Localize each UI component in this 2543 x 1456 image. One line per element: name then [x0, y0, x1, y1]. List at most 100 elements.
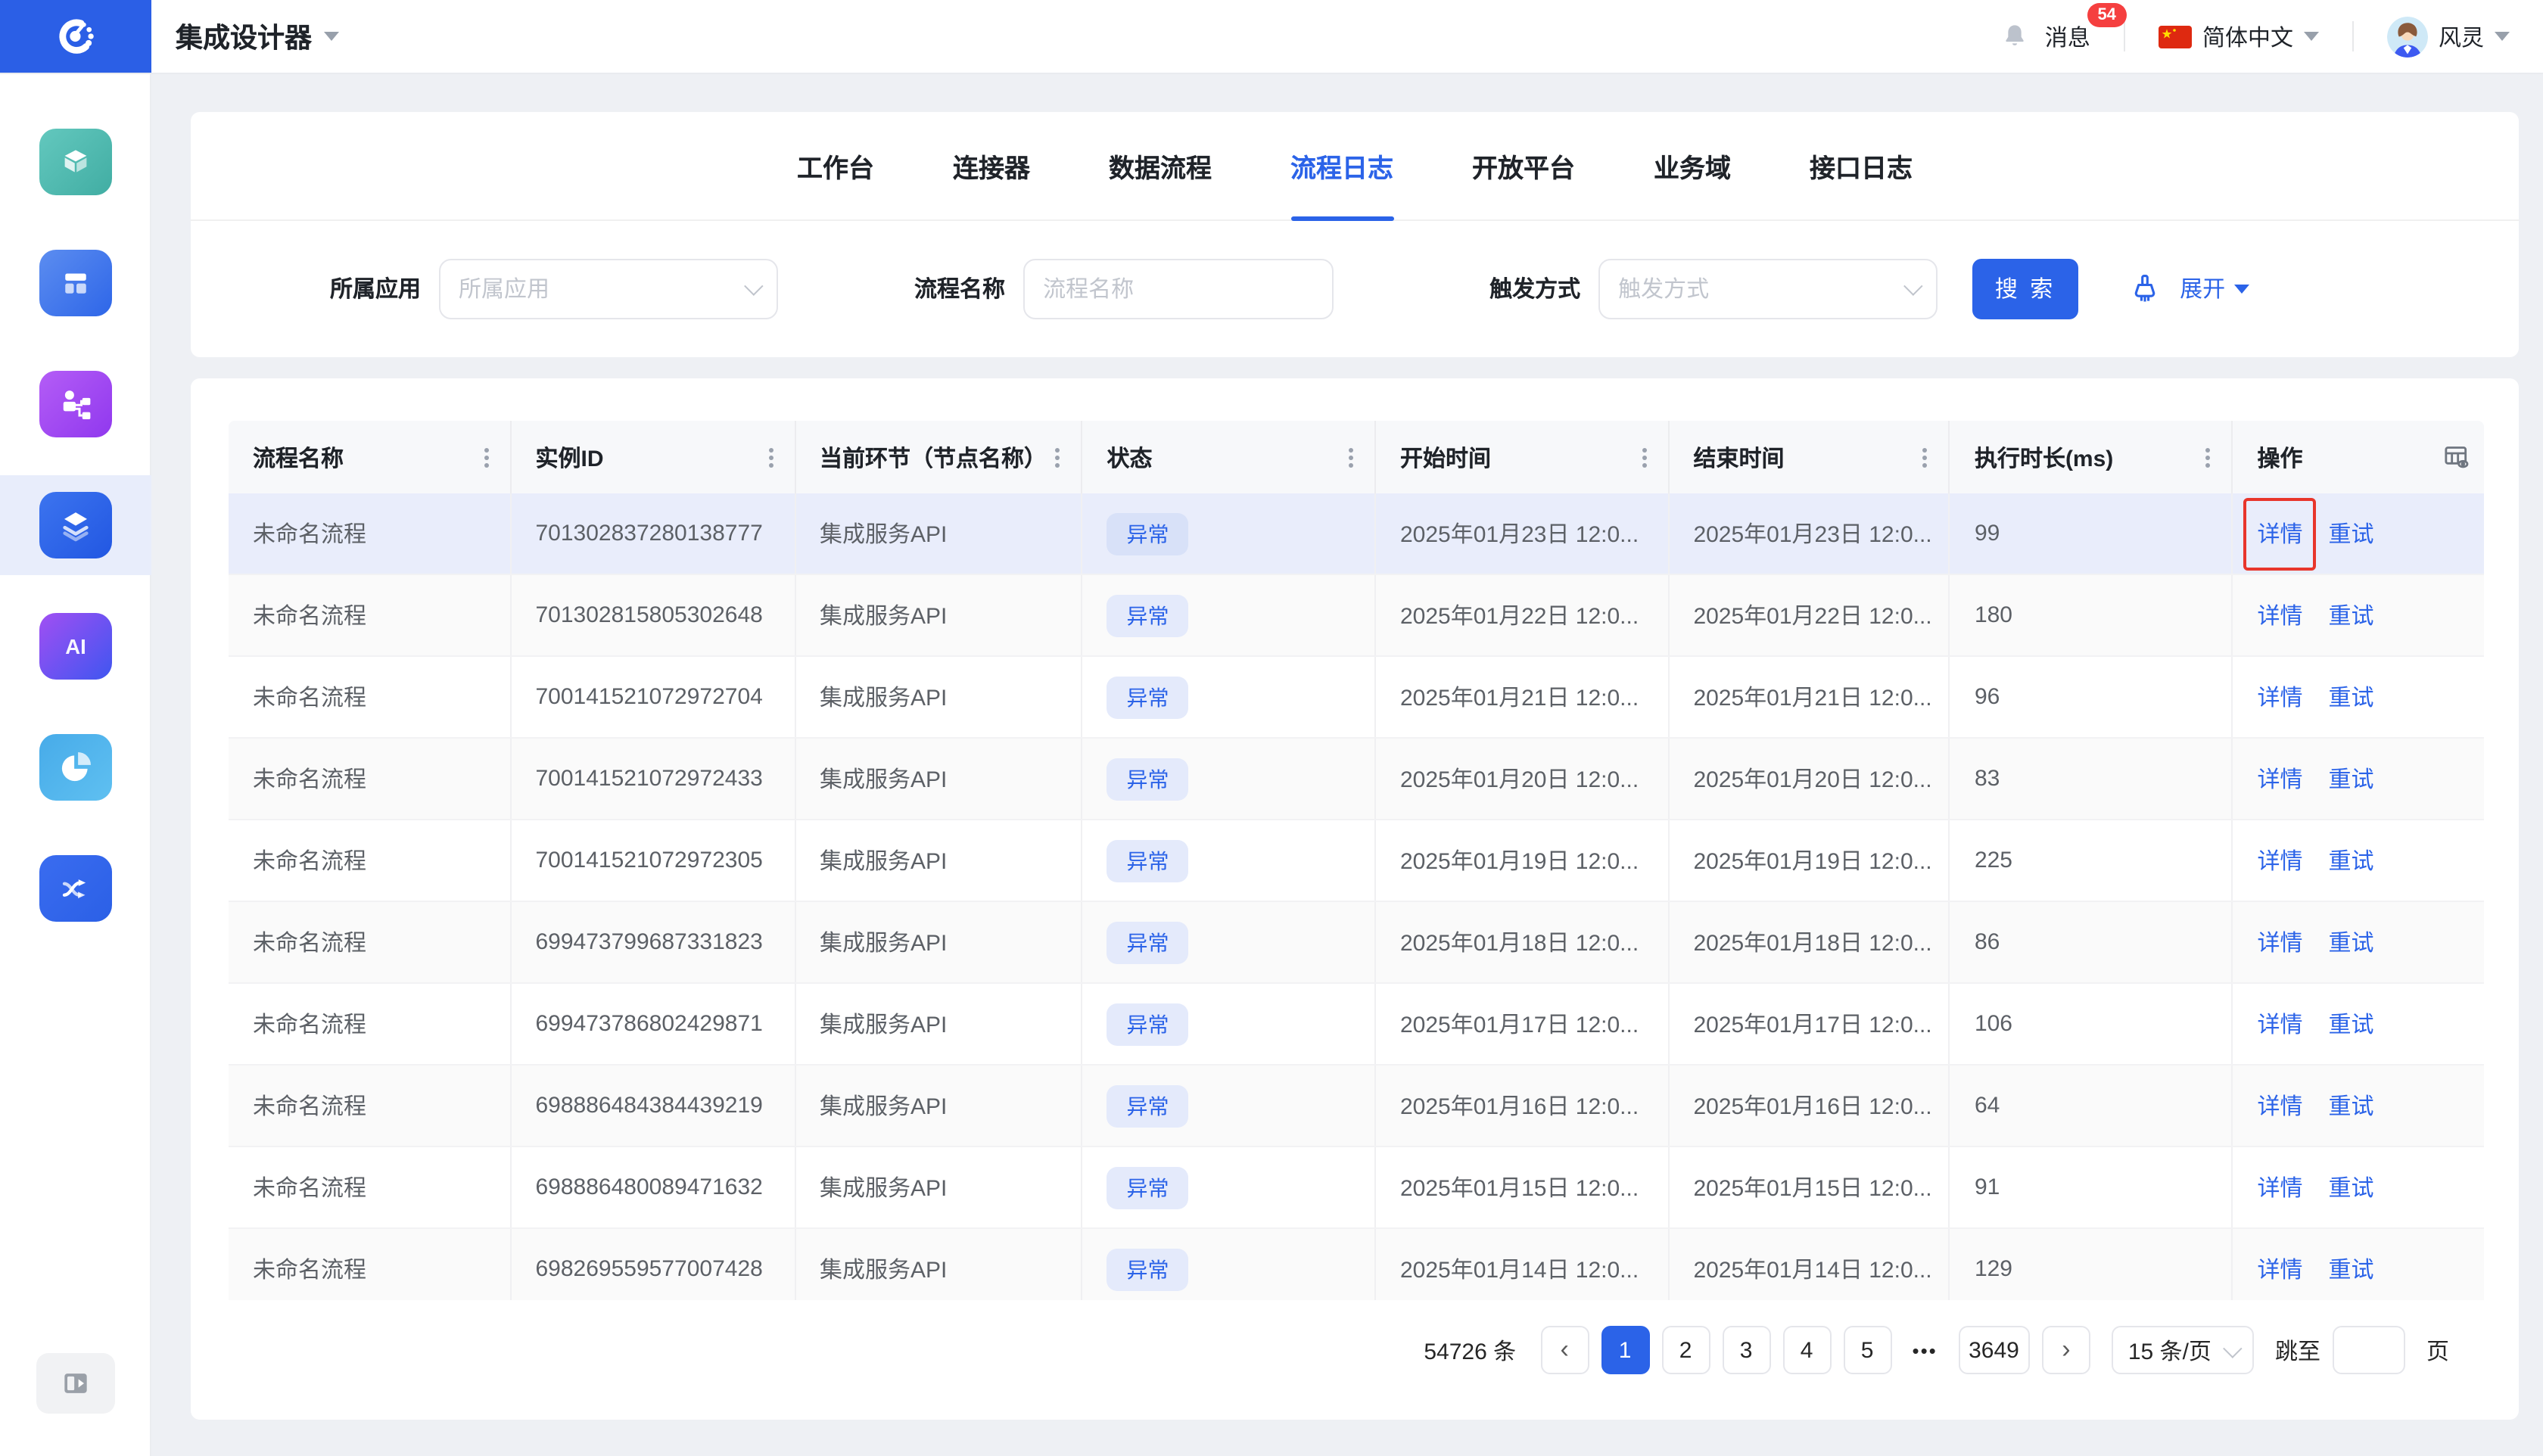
column-menu-icon[interactable] [1349, 455, 1353, 459]
page-button-5[interactable]: 5 [1843, 1326, 1891, 1374]
sidebar-item-3[interactable] [0, 354, 151, 454]
table-row[interactable]: 未命名流程701302815805302648集成服务API异常2025年01月… [229, 575, 2484, 657]
page-ellipsis[interactable]: ••• [1903, 1339, 1946, 1361]
sidebar-item-4-active[interactable] [0, 475, 151, 575]
table-row[interactable]: 未命名流程700141521072972433集成服务API异常2025年01月… [229, 739, 2484, 820]
sidebar-item-6[interactable] [0, 717, 151, 817]
expand-toggle[interactable]: 展开 [2180, 272, 2249, 304]
prev-page-button[interactable]: ‹ [1540, 1326, 1589, 1374]
username: 风灵 [2439, 20, 2484, 52]
page-button-4[interactable]: 4 [1782, 1326, 1831, 1374]
detail-link[interactable]: 详情 [2257, 1090, 2302, 1122]
column-menu-icon[interactable] [768, 455, 773, 459]
table-row[interactable]: 未命名流程699473786802429871集成服务API异常2025年01月… [229, 984, 2484, 1066]
expand-label: 展开 [2180, 272, 2225, 304]
app-filter-select[interactable]: 所属应用 [439, 258, 778, 319]
detail-link[interactable]: 详情 [2257, 681, 2302, 713]
table-row[interactable]: 未命名流程700141521072972305集成服务API异常2025年01月… [229, 820, 2484, 902]
chevron-down-icon [2223, 1338, 2242, 1357]
detail-link[interactable]: 详情 [2257, 763, 2302, 795]
language-selector[interactable]: 简体中文 [2159, 20, 2319, 52]
sidebar-item-5[interactable]: AI [0, 596, 151, 696]
search-button[interactable]: 搜 索 [1972, 258, 2078, 319]
page-size-value: 15 条/页 [2128, 1334, 2212, 1366]
app-filter-label: 所属应用 [330, 272, 421, 304]
retry-link[interactable]: 重试 [2328, 518, 2373, 549]
title-caret-icon[interactable] [324, 32, 339, 41]
sidebar-item-1[interactable] [0, 112, 151, 212]
column-menu-icon[interactable] [484, 455, 489, 459]
detail-link[interactable]: 详情 [2257, 926, 2302, 958]
cell-start-time: 2025年01月14日 12:0... [1376, 1229, 1669, 1300]
cell-flow-name: 未命名流程 [229, 739, 512, 819]
flow-name-input[interactable]: 流程名称 [1023, 258, 1334, 319]
table-row[interactable]: 未命名流程699473799687331823集成服务API异常2025年01月… [229, 902, 2484, 984]
col-header-start-time: 开始时间 [1376, 421, 1669, 493]
detail-link[interactable]: 详情 [2257, 599, 2302, 631]
table-row[interactable]: 未命名流程701302837280138777集成服务API异常2025年01月… [229, 493, 2484, 575]
table-row[interactable]: 未命名流程698886484384439219集成服务API异常2025年01月… [229, 1066, 2484, 1147]
retry-link[interactable]: 重试 [2328, 926, 2373, 958]
table-row[interactable]: 未命名流程700141521072972704集成服务API异常2025年01月… [229, 657, 2484, 739]
next-page-button[interactable]: › [2042, 1326, 2090, 1374]
column-menu-icon[interactable] [2205, 455, 2210, 459]
retry-link[interactable]: 重试 [2328, 1171, 2373, 1203]
column-menu-icon[interactable] [1923, 455, 1928, 459]
bell-icon[interactable] [2000, 21, 2030, 51]
column-menu-icon[interactable] [1056, 455, 1060, 459]
retry-link[interactable]: 重试 [2328, 845, 2373, 876]
tab-data-flow[interactable]: 数据流程 [1109, 111, 1212, 220]
detail-link[interactable]: 详情 [2257, 1171, 2302, 1203]
user-menu[interactable]: 风灵 [2387, 16, 2510, 57]
sidebar-item-2[interactable] [0, 233, 151, 333]
last-page-button[interactable]: 3649 [1958, 1326, 2030, 1374]
detail-link[interactable]: 详情 [2257, 1008, 2302, 1040]
retry-link[interactable]: 重试 [2328, 763, 2373, 795]
cell-status: 异常 [1083, 984, 1376, 1064]
retry-link[interactable]: 重试 [2328, 599, 2373, 631]
messages-item[interactable]: 消息 54 [2045, 20, 2090, 52]
tab-business-domain[interactable]: 业务域 [1654, 111, 1731, 220]
page-button-2[interactable]: 2 [1661, 1326, 1710, 1374]
retry-link[interactable]: 重试 [2328, 1008, 2373, 1040]
cell-end-time: 2025年01月23日 12:0... [1669, 493, 1950, 574]
cell-start-time: 2025年01月20日 12:0... [1376, 739, 1669, 819]
cell-instance-id: 698269559577007428 [512, 1229, 796, 1300]
cell-start-time: 2025年01月15日 12:0... [1376, 1147, 1669, 1227]
table-row[interactable]: 未命名流程698886480089471632集成服务API异常2025年01月… [229, 1147, 2484, 1229]
retry-link[interactable]: 重试 [2328, 1253, 2373, 1285]
clear-broom-icon[interactable] [2128, 272, 2162, 305]
app-logo[interactable] [0, 0, 151, 73]
tab-open-platform[interactable]: 开放平台 [1472, 111, 1575, 220]
sidebar-item-7[interactable] [0, 838, 151, 938]
cell-current-node: 集成服务API [795, 1066, 1083, 1146]
detail-link[interactable]: 详情 [2257, 845, 2302, 876]
retry-link[interactable]: 重试 [2328, 1090, 2373, 1122]
tab-connectors[interactable]: 连接器 [953, 111, 1030, 220]
layers-icon [39, 492, 112, 558]
cell-flow-name: 未命名流程 [229, 1229, 512, 1300]
filter-bar: 所属应用 所属应用 流程名称 流程名称 触发方式 触发方式 搜 索 [191, 221, 2519, 356]
detail-link[interactable]: 详情 [2257, 518, 2302, 549]
tab-flow-logs-active[interactable]: 流程日志 [1290, 111, 1393, 220]
cell-instance-id: 698886484384439219 [512, 1066, 796, 1146]
cell-end-time: 2025年01月18日 12:0... [1669, 902, 1950, 982]
page-button-3[interactable]: 3 [1722, 1326, 1770, 1374]
table-header: 流程名称 实例ID 当前环节（节点名称） 状态 开始时间 结束时间 执行时长(m… [229, 421, 2484, 493]
trigger-filter-select[interactable]: 触发方式 [1598, 258, 1938, 319]
status-badge: 异常 [1107, 1166, 1189, 1209]
page-button-1[interactable]: 1 [1601, 1326, 1649, 1374]
column-settings-icon[interactable] [2442, 442, 2472, 472]
tab-workbench[interactable]: 工作台 [797, 111, 874, 220]
tab-api-logs[interactable]: 接口日志 [1810, 111, 1913, 220]
cell-current-node: 集成服务API [795, 657, 1083, 737]
app-filter-placeholder: 所属应用 [459, 272, 745, 304]
sidebar-collapse-button[interactable] [36, 1353, 115, 1414]
table-row[interactable]: 未命名流程698269559577007428集成服务API异常2025年01月… [229, 1229, 2484, 1300]
retry-link[interactable]: 重试 [2328, 681, 2373, 713]
detail-link[interactable]: 详情 [2257, 1253, 2302, 1285]
page-size-select[interactable]: 15 条/页 [2112, 1326, 2254, 1374]
jump-page-input[interactable] [2333, 1326, 2405, 1374]
column-menu-icon[interactable] [1642, 455, 1646, 459]
col-header-flow-name: 流程名称 [229, 421, 512, 493]
